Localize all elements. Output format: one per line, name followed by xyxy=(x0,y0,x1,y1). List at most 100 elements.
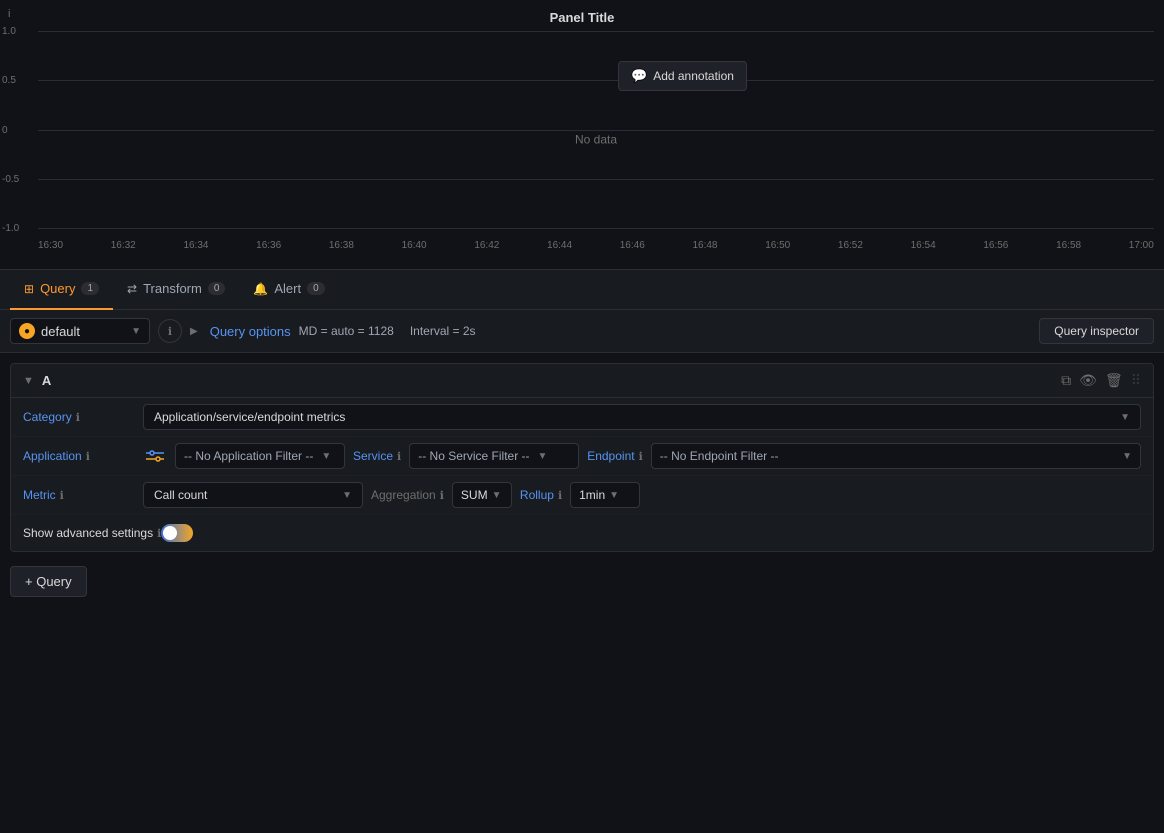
annotation-icon: 💬 xyxy=(631,68,647,84)
datasource-name: default xyxy=(41,324,80,339)
y-label-2: 0.5 xyxy=(2,75,16,86)
endpoint-filter-select[interactable]: -- No Endpoint Filter -- ▼ xyxy=(651,443,1141,469)
advanced-settings-content xyxy=(161,524,1141,542)
x-label-1656: 16:56 xyxy=(983,240,1008,251)
rollup-chevron: ▼ xyxy=(609,490,619,501)
service-filter-select[interactable]: -- No Service Filter -- ▼ xyxy=(409,443,579,469)
grid-line-3: 0 xyxy=(38,130,1154,131)
application-filter-select[interactable]: -- No Application Filter -- ▼ xyxy=(175,443,345,469)
query-block-header: ▼ A ⧉ 👁 🗑 ⠿ xyxy=(11,364,1153,398)
application-filter-chevron: ▼ xyxy=(321,451,331,462)
query-options-toggle[interactable]: Query options xyxy=(210,324,291,339)
endpoint-label-pill: Endpoint ℹ xyxy=(587,449,643,463)
x-label-1646: 16:46 xyxy=(620,240,645,251)
chart-panel: i Panel Title 💬 Add annotation 1.0 0.5 0… xyxy=(0,0,1164,270)
metric-row: Metric ℹ Call count ▼ Aggregation ℹ SUM … xyxy=(11,476,1153,515)
datasource-info-button[interactable]: ℹ xyxy=(158,319,182,343)
endpoint-filter-chevron: ▼ xyxy=(1122,451,1132,462)
tab-transform[interactable]: ⇄ Transform 0 xyxy=(113,270,239,310)
metric-value: Call count xyxy=(154,488,207,502)
aggregation-label: Aggregation ℹ xyxy=(371,488,444,502)
rollup-info-icon[interactable]: ℹ xyxy=(558,489,562,502)
x-label-1634: 16:34 xyxy=(183,240,208,251)
aggregation-select[interactable]: SUM ▼ xyxy=(452,482,512,508)
panel-info-icon[interactable]: i xyxy=(8,8,10,20)
x-label-1642: 16:42 xyxy=(474,240,499,251)
category-select[interactable]: Application/service/endpoint metrics ▼ xyxy=(143,404,1141,430)
chart-grid: 1.0 0.5 0 -0.5 -1.0 xyxy=(38,31,1154,229)
delete-icon[interactable]: 🗑 xyxy=(1105,372,1123,389)
y-label-3: 0 xyxy=(2,125,8,136)
y-label-5: -1.0 xyxy=(2,223,19,234)
annotation-label: Add annotation xyxy=(653,69,734,83)
query-inspector-button[interactable]: Query inspector xyxy=(1039,318,1154,344)
annotation-popup[interactable]: 💬 Add annotation xyxy=(618,61,747,91)
application-row: Application ℹ -- No Application Filter -… xyxy=(11,437,1153,476)
query-id-label: A xyxy=(42,373,51,388)
service-label-pill: Service ℹ xyxy=(353,449,401,463)
x-label-1700: 17:00 xyxy=(1129,240,1154,251)
chart-inner: 💬 Add annotation 1.0 0.5 0 -0.5 -1.0 xyxy=(38,31,1154,251)
x-label-1648: 16:48 xyxy=(692,240,717,251)
grid-hline-3 xyxy=(38,130,1154,131)
copy-icon[interactable]: ⧉ xyxy=(1061,372,1071,389)
query-options-label: Query options xyxy=(210,324,291,339)
application-info-icon[interactable]: ℹ xyxy=(86,450,90,463)
tab-alert[interactable]: 🔔 Alert 0 xyxy=(239,270,338,310)
tabs-bar: ⊞ Query 1 ⇄ Transform 0 🔔 Alert 0 xyxy=(0,270,1164,310)
aggregation-info-icon[interactable]: ℹ xyxy=(440,489,444,502)
grid-hline-1 xyxy=(38,31,1154,32)
application-label: Application ℹ xyxy=(23,449,143,463)
toggle-knob xyxy=(163,526,177,540)
x-label-1636: 16:36 xyxy=(256,240,281,251)
category-info-icon[interactable]: ℹ xyxy=(76,411,80,424)
x-label-1640: 16:40 xyxy=(402,240,427,251)
x-label-1632: 16:32 xyxy=(111,240,136,251)
application-filter-value: -- No Application Filter -- xyxy=(184,449,313,463)
add-query-button[interactable]: + Query xyxy=(10,566,87,597)
datasource-select[interactable]: ● default ▼ xyxy=(10,318,150,344)
tab-alert-label: Alert xyxy=(274,281,301,296)
endpoint-info-icon[interactable]: ℹ xyxy=(639,450,643,463)
advanced-settings-label: Show advanced settings ℹ xyxy=(23,526,161,540)
service-filter-chevron: ▼ xyxy=(538,451,548,462)
aggregation-value: SUM xyxy=(461,488,488,502)
service-info-icon[interactable]: ℹ xyxy=(397,450,401,463)
datasource-chevron: ▼ xyxy=(131,326,141,337)
rollup-value: 1min xyxy=(579,488,605,502)
advanced-settings-toggle[interactable] xyxy=(161,524,193,542)
category-content: Application/service/endpoint metrics ▼ xyxy=(143,404,1141,430)
grid-hline-2 xyxy=(38,80,1154,81)
y-label-1: 1.0 xyxy=(2,26,16,37)
transform-tab-icon: ⇄ xyxy=(127,282,137,296)
query-meta-md: MD = auto = 1128 xyxy=(299,324,394,338)
metric-info-icon[interactable]: ℹ xyxy=(60,489,64,502)
category-label: Category ℹ xyxy=(23,410,143,424)
collapse-icon[interactable]: ▼ xyxy=(23,375,34,387)
grid-line-2: 0.5 xyxy=(38,80,1154,81)
x-label-1638: 16:38 xyxy=(329,240,354,251)
tab-query-label: Query xyxy=(40,281,75,296)
datasource-icon: ● xyxy=(19,323,35,339)
x-label-1652: 16:52 xyxy=(838,240,863,251)
panel-title: Panel Title xyxy=(0,10,1164,25)
category-chevron: ▼ xyxy=(1120,412,1130,423)
tab-query[interactable]: ⊞ Query 1 xyxy=(10,270,113,310)
metric-chevron: ▼ xyxy=(342,490,352,501)
tab-transform-badge: 0 xyxy=(208,282,226,295)
metric-select[interactable]: Call count ▼ xyxy=(143,482,363,508)
metric-label: Metric ℹ xyxy=(23,488,143,502)
drag-icon[interactable]: ⠿ xyxy=(1131,372,1141,389)
x-label-1654: 16:54 xyxy=(911,240,936,251)
x-label-1650: 16:50 xyxy=(765,240,790,251)
query-options-chevron: ▶ xyxy=(190,326,198,337)
tab-query-badge: 1 xyxy=(81,282,99,295)
tab-alert-badge: 0 xyxy=(307,282,325,295)
service-filter-value: -- No Service Filter -- xyxy=(418,449,529,463)
query-meta-interval: Interval = 2s xyxy=(410,324,476,338)
eye-icon[interactable]: 👁 xyxy=(1079,372,1097,389)
grid-hline-4 xyxy=(38,179,1154,180)
no-data-label: No data xyxy=(575,133,617,147)
rollup-select[interactable]: 1min ▼ xyxy=(570,482,640,508)
tab-transform-label: Transform xyxy=(143,281,202,296)
